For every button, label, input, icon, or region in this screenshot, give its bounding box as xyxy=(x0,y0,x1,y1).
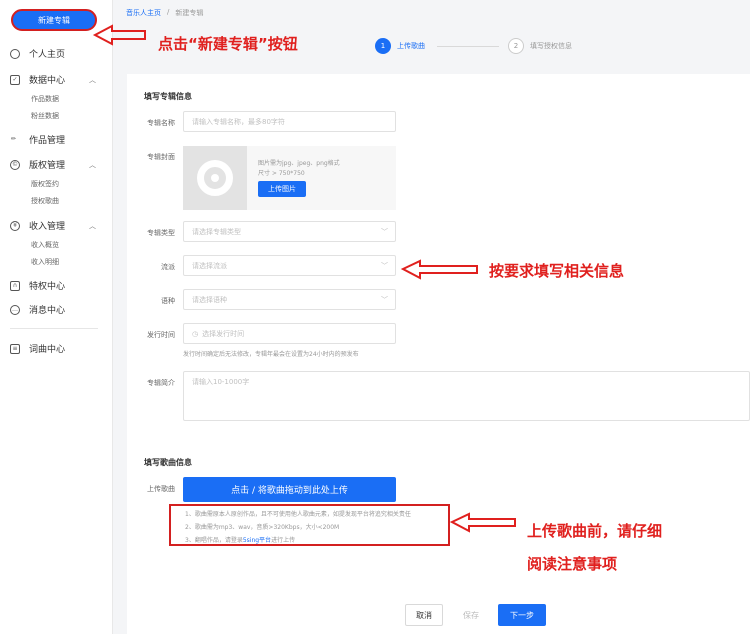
annotation-fill-info: 按要求填写相关信息 xyxy=(489,262,625,280)
annotation-read-notes-1: 上传歌曲前，请仔细 xyxy=(527,522,663,540)
arrow-to-new-album xyxy=(92,24,146,46)
page: 新建专辑 个人主页 ✓ 数据中心 ︿ 作品数据 粉丝数据 ✎ 作品管理 © 版权… xyxy=(0,0,750,634)
annotation-click-new-album: 点击“新建专辑”按钮 xyxy=(158,35,298,53)
annotation-read-notes-2: 阅读注意事项 xyxy=(527,555,618,573)
arrow-to-form-fields xyxy=(400,259,478,280)
arrow-to-upload-notes xyxy=(449,512,516,533)
